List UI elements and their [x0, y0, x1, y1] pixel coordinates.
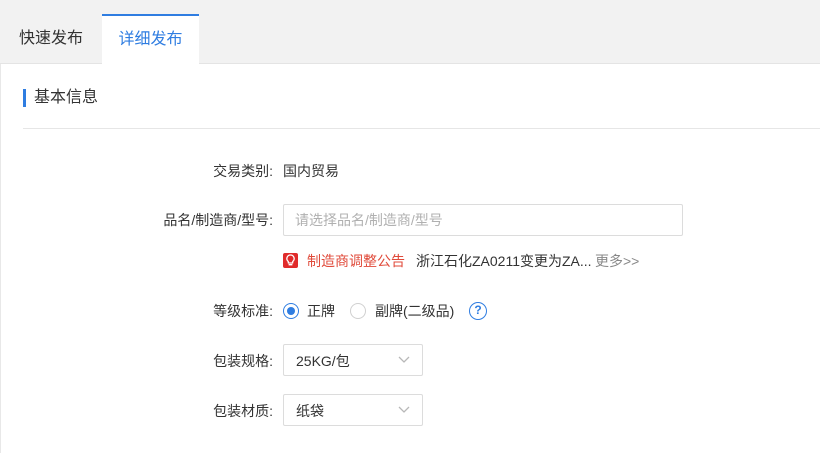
package-material-value: 纸袋 [296, 403, 324, 419]
tab-detail-publish[interactable]: 详细发布 [102, 14, 199, 65]
package-material-label: 包装材质: [213, 403, 273, 419]
section-divider [23, 128, 820, 129]
notice-text[interactable]: 浙江石化ZA0211变更为ZA... [416, 251, 592, 271]
package-spec-select[interactable]: 25KG/包 [283, 344, 423, 376]
lightbulb-icon [283, 253, 298, 268]
trade-type-label: 交易类别: [213, 163, 273, 179]
form-panel: 基本信息 交易类别: 国内贸易 品名/制造商/型号: 制造商调整公告 浙江石化Z… [0, 64, 820, 453]
notice-title-link[interactable]: 制造商调整公告 [307, 251, 405, 271]
radio-grade-secondary-label[interactable]: 副牌(二级品) [375, 301, 454, 321]
package-spec-label: 包装规格: [213, 353, 273, 369]
section-title: 基本信息 [23, 89, 98, 107]
help-icon[interactable]: ? [469, 302, 487, 320]
chevron-down-icon [398, 356, 410, 363]
notice-more-link[interactable]: 更多>> [595, 251, 639, 271]
package-material-select[interactable]: 纸袋 [283, 394, 423, 426]
tab-bar: 快速发布 详细发布 [0, 0, 820, 65]
package-spec-value: 25KG/包 [296, 353, 350, 369]
product-input[interactable] [283, 204, 683, 236]
radio-grade-main-label[interactable]: 正牌 [307, 301, 335, 321]
grade-label: 等级标准: [213, 303, 273, 319]
radio-grade-secondary[interactable] [350, 303, 366, 319]
trade-type-value: 国内贸易 [283, 163, 339, 179]
radio-grade-main[interactable] [283, 303, 299, 319]
chevron-down-icon [398, 406, 410, 413]
tab-quick-publish[interactable]: 快速发布 [0, 14, 102, 64]
product-label: 品名/制造商/型号: [163, 212, 273, 228]
